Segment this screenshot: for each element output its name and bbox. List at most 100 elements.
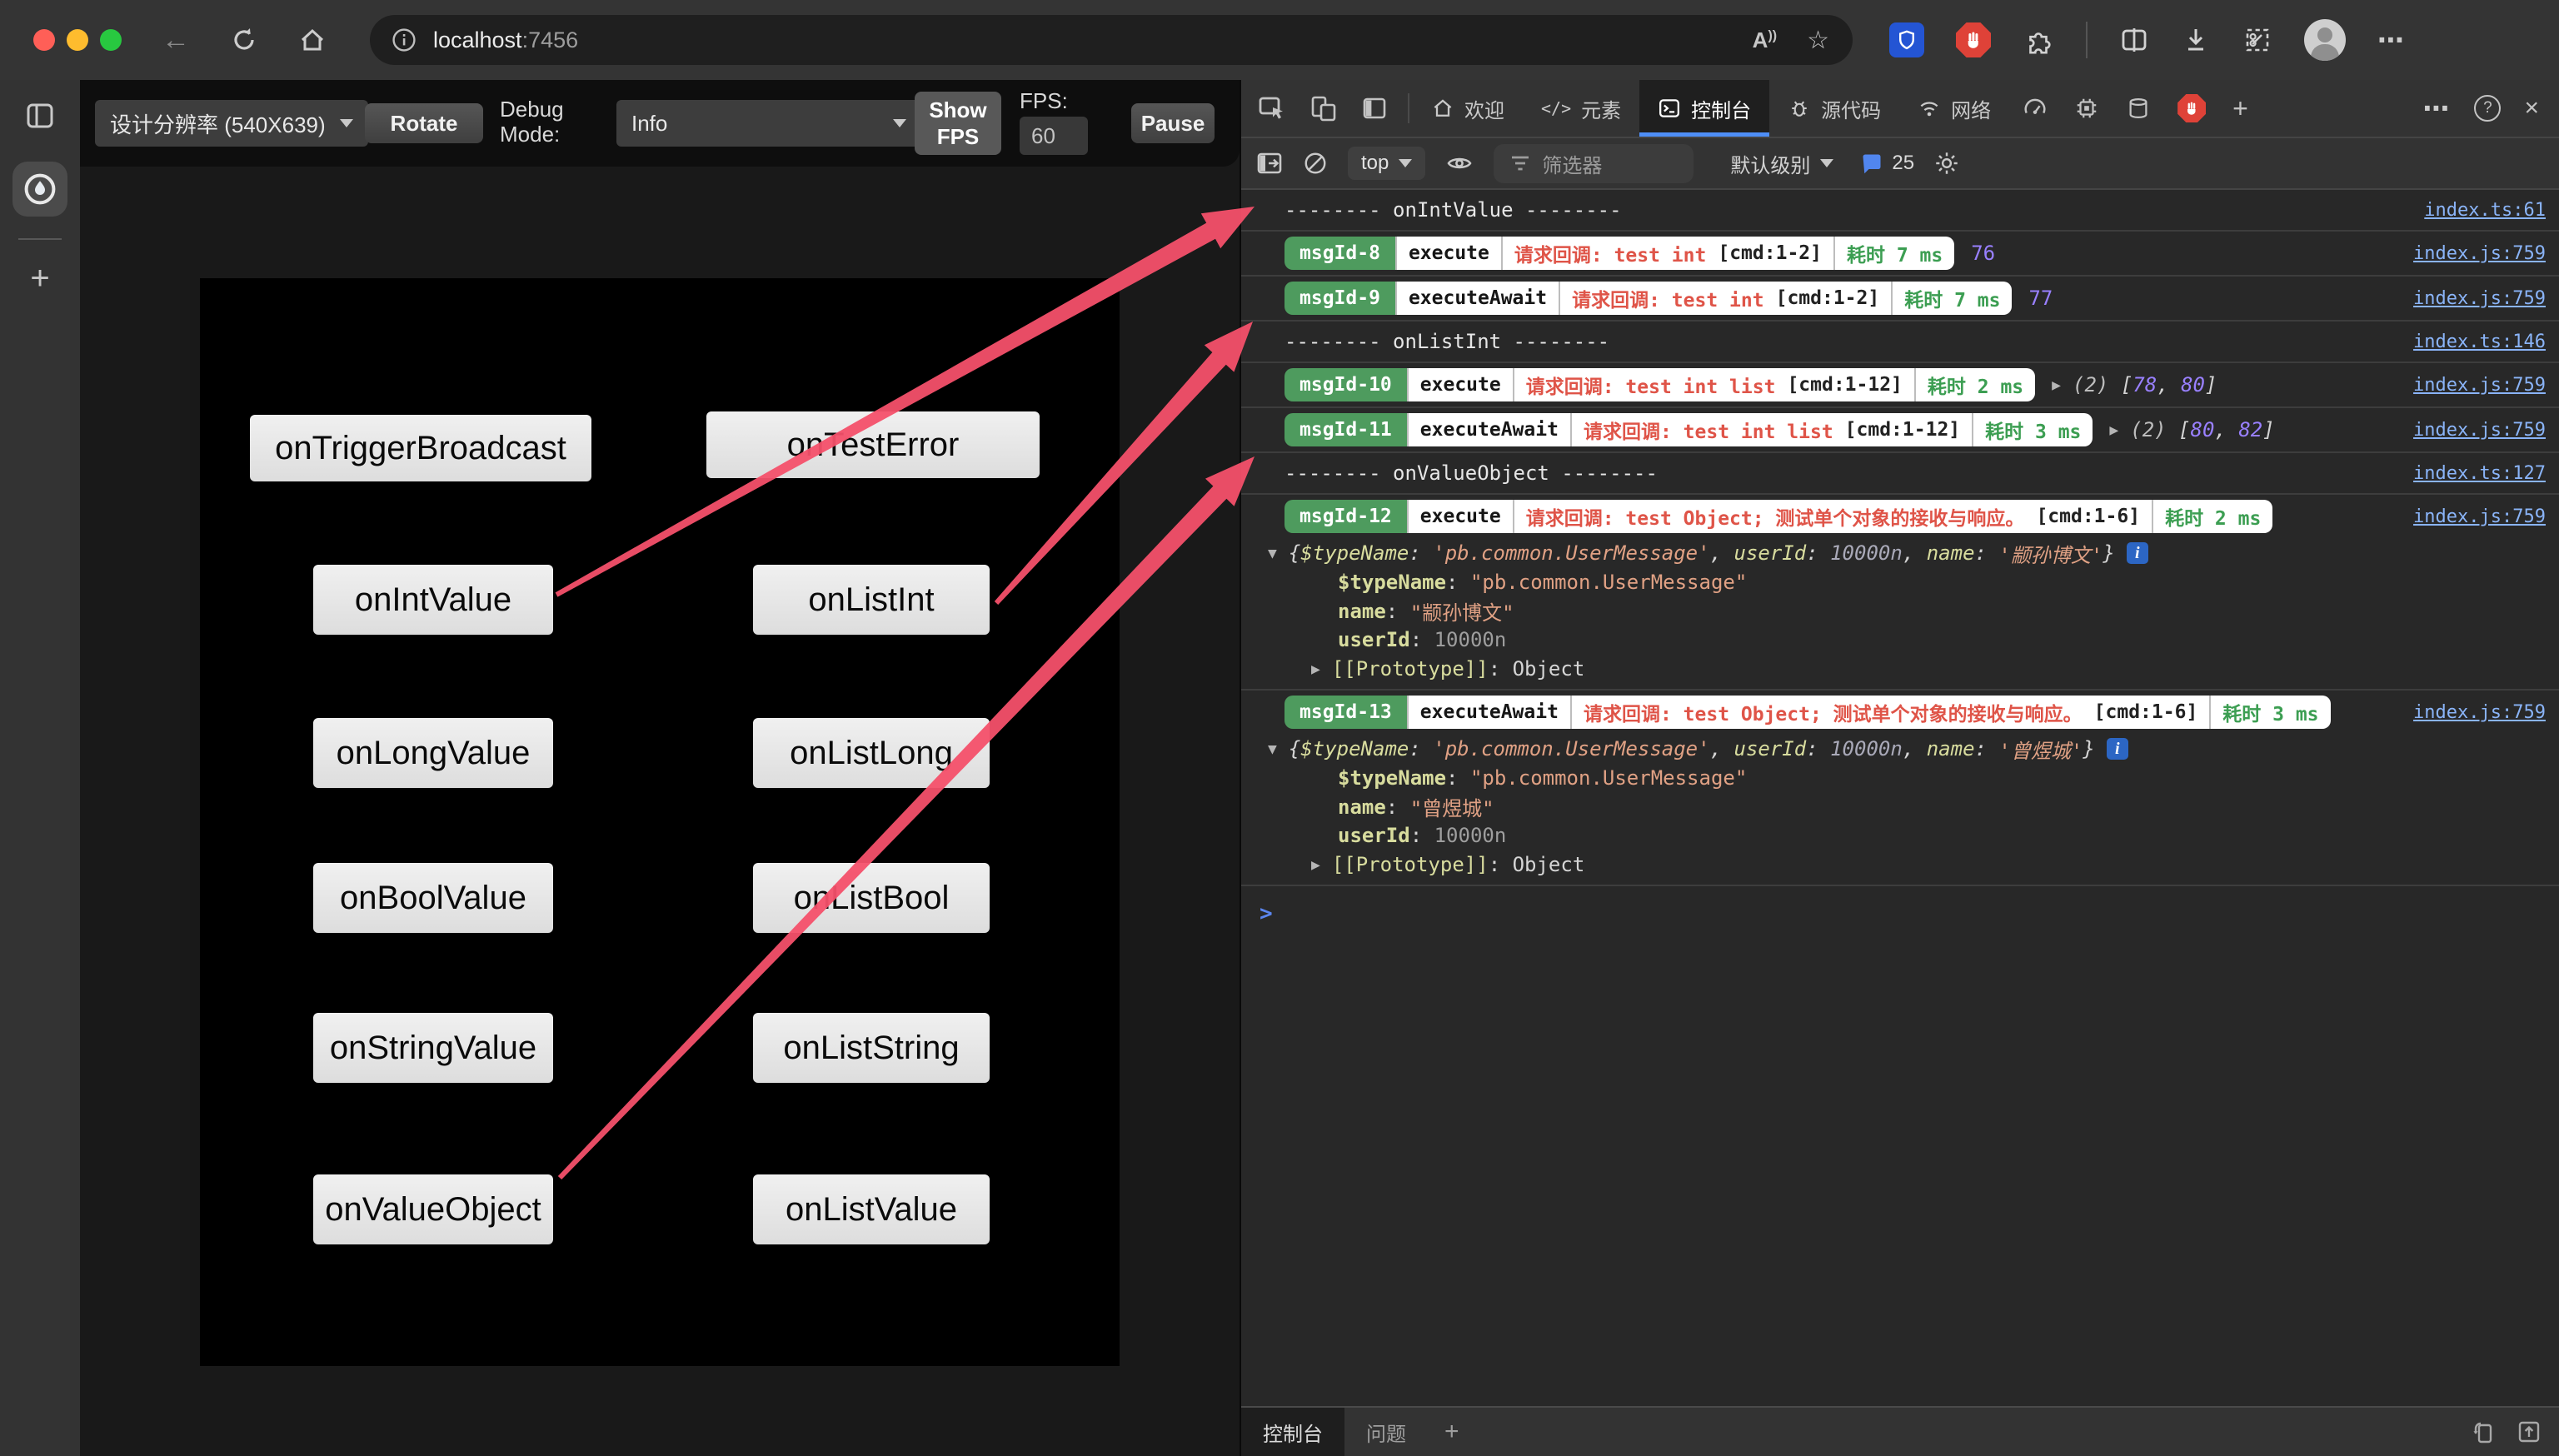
split-screen-icon[interactable] (2119, 25, 2149, 55)
drawer-export-icon[interactable] (2516, 1419, 2542, 1445)
console-sidebar-icon[interactable] (1256, 152, 1283, 175)
onValueObject-button[interactable]: onValueObject (313, 1174, 553, 1244)
info-icon[interactable]: i (2107, 738, 2128, 760)
favorite-star-icon[interactable]: ☆ (1807, 26, 1829, 55)
address-bar[interactable]: localhost:7456 A)) ☆ (370, 15, 1853, 65)
browser-titlebar: ← localhost:7456 A)) ☆ (0, 0, 2559, 80)
msg-method-badge: execute (1395, 237, 1501, 270)
workspace-button[interactable] (12, 162, 67, 217)
web-capture-icon[interactable] (2242, 25, 2272, 55)
more-tabs-plus-icon[interactable]: + (2219, 80, 2262, 137)
console-prompt[interactable]: > (1260, 901, 1273, 926)
source-link[interactable]: index.js:759 (2413, 375, 2546, 396)
extensions-puzzle-icon[interactable] (2023, 24, 2054, 56)
tab-welcome[interactable]: 欢迎 (1413, 80, 1523, 137)
onTestError-button[interactable]: onTestError (706, 411, 1040, 478)
object-preview[interactable]: ▼{$typeName: 'pb.common.UserMessage', us… (1241, 538, 2559, 568)
onListValue-button[interactable]: onListValue (753, 1174, 990, 1244)
device-toolbar-icon[interactable] (1309, 94, 1338, 122)
home-icon[interactable] (298, 26, 327, 54)
collapse-triangle-icon[interactable]: ▼ (1268, 740, 1277, 758)
msg-time-badge: 耗时 7 ms (1891, 282, 2012, 315)
page-viewport: 设计分辨率 (540X639) Rotate DebugMode: Info S… (80, 80, 1240, 1456)
design-resolution-select[interactable]: 设计分辨率 (540X639) (95, 100, 368, 147)
source-link[interactable]: index.js:759 (2413, 243, 2546, 264)
fps-input[interactable]: 60 (1020, 117, 1088, 155)
rotate-button[interactable]: Rotate (365, 103, 483, 143)
console-toolbar: top 筛选器 默认级别 25 (1241, 138, 2559, 190)
browser-menu-icon[interactable]: ⋯ (2377, 24, 2406, 56)
devtools-menu-icon[interactable]: ⋯ (2422, 92, 2451, 124)
tab-memory-chip-icon[interactable] (2061, 80, 2113, 137)
message-count[interactable]: 25 (1860, 152, 1914, 175)
close-devtools-icon[interactable]: × (2524, 94, 2539, 122)
help-icon[interactable]: ? (2474, 95, 2501, 122)
zoom-window-button[interactable] (100, 29, 122, 51)
info-icon[interactable]: i (2127, 542, 2148, 564)
onLongValue-button[interactable]: onLongValue (313, 718, 553, 788)
onTriggerBroadcast-button[interactable]: onTriggerBroadcast (250, 415, 591, 481)
show-fps-button[interactable]: ShowFPS (915, 92, 1001, 155)
profile-avatar[interactable] (2304, 19, 2346, 61)
drawer-tab-issues[interactable]: 问题 (1344, 1408, 1428, 1456)
close-window-button[interactable] (33, 29, 55, 51)
context-select[interactable]: top (1348, 147, 1425, 180)
console-settings-gear-icon[interactable] (1934, 151, 1959, 176)
object-prototype[interactable]: ▶[[Prototype]]: Object (1241, 850, 2559, 885)
source-link[interactable]: index.ts:146 (2413, 332, 2546, 352)
tab-sources[interactable]: 源代码 (1769, 80, 1899, 137)
onListLong-button[interactable]: onListLong (753, 718, 990, 788)
object-preview[interactable]: ▼{$typeName: 'pb.common.UserMessage', us… (1241, 734, 2559, 764)
expand-triangle-icon[interactable]: ▶ (2109, 421, 2118, 439)
password-extension-shield-icon[interactable] (1889, 22, 1924, 57)
drawer-tab-console[interactable]: 控制台 (1241, 1408, 1344, 1456)
debug-mode-select[interactable]: Info (616, 100, 921, 147)
adblock-extension-hand-icon[interactable] (1956, 22, 1991, 57)
tab-application-storage-icon[interactable] (2113, 80, 2164, 137)
expand-triangle-icon[interactable]: ▶ (1311, 661, 1320, 678)
minimize-window-button[interactable] (67, 29, 88, 51)
expand-triangle-icon[interactable]: ▶ (1311, 856, 1320, 874)
new-workspace-plus-icon[interactable]: + (30, 260, 49, 297)
back-icon[interactable]: ← (162, 24, 190, 57)
object-property: name: "曾煜城" (1241, 792, 2559, 821)
log-level-select[interactable]: 默认级别 (1730, 149, 1833, 178)
expand-triangle-icon[interactable]: ▶ (2052, 376, 2061, 394)
filter-placeholder: 筛选器 (1542, 149, 1602, 178)
tab-adblock-hand-icon[interactable] (2164, 80, 2219, 137)
onListInt-button[interactable]: onListInt (753, 565, 990, 635)
source-link[interactable]: index.ts:127 (2413, 463, 2546, 484)
object-prototype[interactable]: ▶[[Prototype]]: Object (1241, 654, 2559, 689)
drawer-rotate-device-icon[interactable] (2469, 1419, 2496, 1445)
collapse-triangle-icon[interactable]: ▼ (1268, 545, 1277, 562)
onListString-button[interactable]: onListString (753, 1013, 990, 1083)
source-link[interactable]: index.js:759 (2413, 420, 2546, 441)
read-aloud-icon[interactable]: A)) (1753, 27, 1777, 53)
log-separator-text: -------- onListInt -------- (1284, 330, 1609, 353)
tab-network[interactable]: 网络 (1899, 80, 2009, 137)
console-message-row: msgId-10 execute 请求回调: test int list[cmd… (1241, 363, 2559, 408)
tab-performance-gauge-icon[interactable] (2009, 80, 2061, 137)
site-info-icon[interactable] (392, 27, 417, 52)
tab-elements[interactable]: </> 元素 (1523, 80, 1639, 137)
live-expression-eye-icon[interactable] (1445, 151, 1474, 176)
drawer-add-tab-icon[interactable]: + (1428, 1408, 1476, 1456)
source-link[interactable]: index.js:759 (2413, 506, 2546, 527)
pause-button[interactable]: Pause (1131, 103, 1215, 143)
tab-console[interactable]: 控制台 (1639, 80, 1769, 137)
source-link[interactable]: index.ts:61 (2424, 200, 2546, 221)
onIntValue-button[interactable]: onIntValue (313, 565, 553, 635)
onBoolValue-button[interactable]: onBoolValue (313, 863, 553, 933)
source-link[interactable]: index.js:759 (2413, 702, 2546, 723)
onListBool-button[interactable]: onListBool (753, 863, 990, 933)
reload-icon[interactable] (230, 26, 258, 54)
downloads-icon[interactable] (2181, 25, 2211, 55)
onStringValue-button[interactable]: onStringValue (313, 1013, 553, 1083)
inspect-element-icon[interactable] (1258, 94, 1286, 122)
source-link[interactable]: index.js:759 (2413, 288, 2546, 309)
filter-input[interactable]: 筛选器 (1494, 144, 1694, 183)
clear-console-icon[interactable] (1303, 151, 1328, 176)
filter-icon (1510, 155, 1530, 172)
sidebar-toggle-icon[interactable] (24, 100, 56, 132)
dock-side-icon[interactable] (1361, 95, 1388, 122)
